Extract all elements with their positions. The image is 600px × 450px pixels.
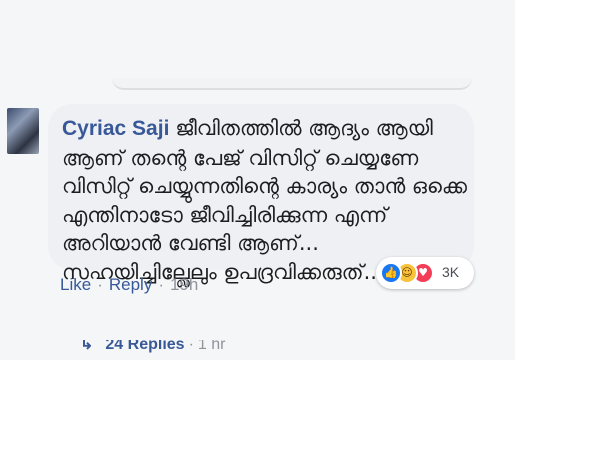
separator-dot: · <box>158 275 164 294</box>
separator-dot: · <box>97 275 103 294</box>
like-button[interactable]: Like <box>60 275 91 294</box>
avatar[interactable] <box>7 108 39 154</box>
comment-author-link[interactable]: Cyriac Saji <box>62 117 169 140</box>
reaction-count: 3K <box>442 264 460 280</box>
previous-comment-bubble <box>112 78 472 90</box>
reply-button[interactable]: Reply <box>109 275 152 294</box>
timestamp[interactable]: 19h <box>170 275 198 294</box>
comment-actions: Like · Reply · 19h <box>60 275 198 295</box>
like-icon: 👍 <box>380 262 402 284</box>
reactions-summary[interactable]: 👍 ☺ ♥ 3K <box>376 257 474 289</box>
